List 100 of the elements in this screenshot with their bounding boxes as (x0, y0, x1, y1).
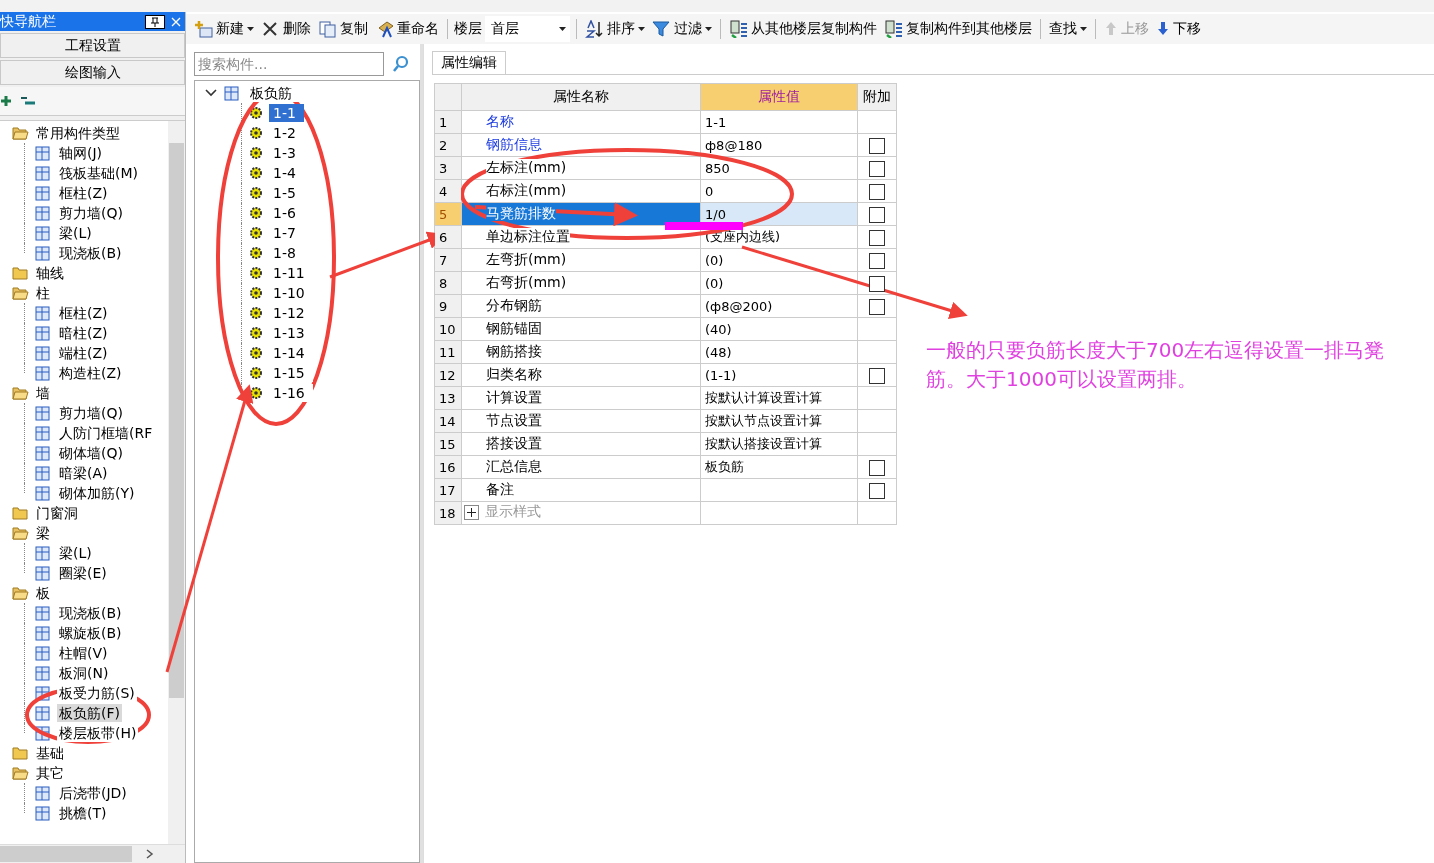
tree-item[interactable]: 柱帽(V) (57, 644, 110, 662)
row-number: 10 (434, 317, 462, 341)
gear-icon (249, 386, 263, 400)
row-number: 14 (434, 409, 462, 433)
component-icon (34, 364, 51, 382)
tree-item[interactable]: 板受力筋(S) (57, 684, 137, 702)
tree-item[interactable]: 框柱(Z) (57, 304, 110, 322)
tab[interactable]: 属性编辑 (432, 51, 506, 74)
toolbar-button[interactable]: 排序 (583, 16, 647, 42)
property-value: (1-1) (705, 367, 737, 383)
tree-item[interactable]: 现浇板(B) (57, 604, 124, 622)
toolbar-button[interactable]: 重命名 (373, 16, 441, 42)
property-value: 850 (705, 160, 730, 176)
toolbar-button[interactable]: 新建 (192, 16, 256, 42)
tree-item[interactable]: 轴线 (34, 264, 66, 282)
gear-icon (249, 166, 263, 180)
toolbar-button[interactable]: 复制构件到其他楼层 (882, 16, 1034, 42)
close-icon (261, 20, 280, 38)
checkbox[interactable] (869, 137, 885, 154)
search-field[interactable]: 搜索构件... (194, 52, 384, 76)
component-icon (34, 224, 51, 242)
tree-item[interactable]: 人防门框墙(RF (57, 424, 155, 442)
tree-item[interactable]: 楼层板带(H) (57, 724, 139, 742)
component-icon (34, 544, 51, 562)
property-value: ф8@180 (705, 137, 763, 153)
toolbar-button[interactable]: 查找 (1047, 16, 1089, 42)
tree-item[interactable]: 门窗洞 (34, 504, 80, 522)
row-number: 12 (434, 363, 462, 387)
tree-item[interactable]: 柱 (34, 284, 52, 302)
row-number: 8 (434, 271, 462, 295)
column-header[interactable]: 属性值 (700, 83, 858, 111)
toolbar-button[interactable]: 删除 (259, 16, 313, 42)
tree-item[interactable]: 暗柱(Z) (57, 324, 110, 342)
close-icon (171, 16, 181, 27)
floor-dropdown[interactable]: 首层 (485, 16, 570, 42)
gear-icon (249, 346, 263, 360)
tree-item[interactable]: 螺旋板(B) (57, 624, 124, 642)
tree-item[interactable]: 梁 (34, 524, 52, 542)
checkbox[interactable] (869, 367, 885, 384)
tree-item[interactable]: 板 (34, 584, 52, 602)
tree-item[interactable]: 梁(L) (57, 544, 94, 562)
checkbox[interactable] (869, 482, 885, 499)
row-number: 13 (434, 386, 462, 410)
scrollbar[interactable] (168, 121, 185, 844)
nav-button[interactable]: 工程设置 (0, 33, 185, 58)
property-name: 左弯折(mm) (486, 251, 567, 267)
tree-item[interactable]: 梁(L) (57, 224, 94, 242)
property-name: 钢筋锚固 (486, 320, 542, 336)
tree-item[interactable]: 其它 (34, 764, 66, 782)
property-value: 按默认计算设置计算 (705, 390, 822, 405)
checkbox[interactable] (869, 298, 885, 315)
tree-item[interactable]: 板洞(N) (57, 664, 111, 682)
row-number: 15 (434, 432, 462, 456)
tree-item[interactable]: 后浇带(JD) (57, 784, 129, 802)
component-icon (34, 404, 51, 422)
property-value: (40) (705, 321, 732, 337)
nav-button[interactable]: 绘图输入 (0, 60, 185, 85)
toolbar-button[interactable]: 过滤 (650, 16, 714, 42)
tree-item[interactable]: 板负筋(F) (57, 704, 122, 722)
component-icon (34, 424, 51, 442)
tree-item[interactable]: 现浇板(B) (57, 244, 124, 262)
tree-item[interactable]: 剪力墙(Q) (57, 204, 125, 222)
caret-icon (1080, 27, 1087, 31)
column-header[interactable]: 属性名称 (461, 83, 701, 111)
gear-icon (249, 326, 263, 340)
property-value: (0) (705, 275, 724, 291)
tree-item[interactable]: 1-1 (269, 104, 304, 122)
column-header[interactable]: 附加 (857, 83, 897, 111)
tree-item[interactable]: 筏板基础(M) (57, 164, 140, 182)
tree-item[interactable]: 墙 (34, 384, 52, 402)
sort-icon (585, 20, 604, 38)
row-number: 18 (434, 501, 462, 525)
tree-item[interactable]: 端柱(Z) (57, 344, 110, 362)
tree-item[interactable]: 常用构件类型 (34, 124, 122, 142)
tree-item[interactable]: 基础 (34, 744, 66, 762)
toolbar-button[interactable]: 复制 (316, 16, 370, 42)
checkbox[interactable] (869, 275, 885, 292)
gear-icon (249, 266, 263, 280)
tree-item[interactable]: 圈梁(E) (57, 564, 109, 582)
property-name: 单边标注位置 (486, 228, 570, 244)
gear-icon (249, 226, 263, 240)
tree-item[interactable]: 剪力墙(Q) (57, 404, 125, 422)
checkbox[interactable] (869, 252, 885, 269)
component-icon (34, 804, 51, 822)
tree-item[interactable]: 砌体墙(Q) (57, 444, 125, 462)
checkbox[interactable] (869, 459, 885, 476)
tree-item[interactable]: 挑檐(T) (57, 804, 109, 822)
checkbox[interactable] (869, 206, 885, 223)
tree-item[interactable]: 暗梁(A) (57, 464, 110, 482)
property-name: 汇总信息 (486, 458, 542, 474)
tree-item[interactable]: 构造柱(Z) (57, 364, 124, 382)
tree-item[interactable]: 框柱(Z) (57, 184, 110, 202)
scrollbar[interactable] (0, 844, 185, 863)
toolbar-button[interactable]: 下移 (1154, 16, 1203, 42)
checkbox[interactable] (869, 160, 885, 177)
checkbox[interactable] (869, 229, 885, 246)
property-value: (48) (705, 344, 732, 360)
checkbox[interactable] (869, 183, 885, 200)
toolbar-button[interactable]: 从其他楼层复制构件 (727, 16, 879, 42)
tree-item[interactable]: 砌体加筋(Y) (57, 484, 137, 502)
